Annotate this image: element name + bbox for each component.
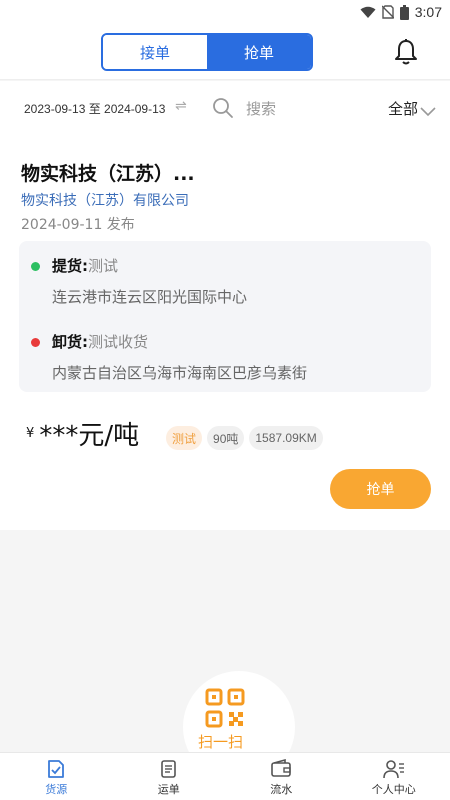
no-sim-icon [381,5,394,19]
tab-cargo[interactable]: 货源 [0,753,113,800]
tab-profile[interactable]: 个人中心 [338,753,450,800]
tab-wallet-label: 流水 [270,782,293,796]
tag-weight: 90吨 [207,426,245,450]
tab-cargo-label: 货源 [45,782,68,796]
tab-grab-order[interactable]: 抢单 [207,35,311,69]
price-value: ***元/吨 [39,421,140,451]
tab-profile-label: 个人中心 [371,782,416,796]
unload-dot-icon [31,338,40,347]
wifi-icon [360,6,376,19]
unload-label: 卸货:测试收货 [52,333,149,351]
scan-label[interactable]: 扫一扫 [198,731,243,752]
grab-order-button[interactable]: 抢单 [330,469,431,509]
tab-accept-order[interactable]: 接单 [103,35,207,69]
date-range-picker[interactable]: 2023-09-13 至 2024-09-13 [24,100,165,117]
pickup-label: 提货:测试 [52,257,119,275]
order-title: 物实科技（江苏）... [21,163,195,185]
wallet-icon [271,758,292,777]
order-card[interactable]: 物实科技（江苏）... 物实科技（江苏）有限公司 2024-09-11 发布 提… [0,135,450,530]
status-time: 3:07 [414,4,442,20]
bell-icon[interactable] [393,38,419,66]
pickup-address: 连云港市连云区阳光国际中心 [52,288,248,306]
bottom-tab-bar: 货源 运单 流水 个人中心 [0,752,450,800]
chevron-down-icon[interactable] [420,102,436,121]
tab-waybill[interactable]: 运单 [113,753,226,800]
battery-icon [399,4,409,20]
status-bar: 3:07 [0,0,450,24]
price: ¥ ***元/吨 [26,415,139,452]
tag-list: 测试 90吨 1587.09KM [166,426,323,450]
filter-bar: 2023-09-13 至 2024-09-13 ⇌ 搜索 全部 [0,81,450,135]
tag-cargo-name: 测试 [166,426,203,450]
publish-date: 2024-09-11 发布 [21,217,135,233]
cargo-icon [48,759,65,778]
category-dropdown[interactable]: 全部 [388,98,418,119]
route-box: 提货:测试 连云港市连云区阳光国际中心 卸货:测试收货 内蒙古自治区乌海市海南区… [19,241,431,392]
pickup-dot-icon [31,262,40,271]
qr-code-icon[interactable] [205,688,245,732]
tab-wallet[interactable]: 流水 [225,753,338,800]
currency-symbol: ¥ [26,426,35,441]
tag-distance: 1587.09KM [249,426,323,450]
swap-icon[interactable]: ⇌ [175,98,187,114]
company-name[interactable]: 物实科技（江苏）有限公司 [21,190,189,210]
profile-icon [382,759,404,778]
search-icon[interactable] [212,97,234,123]
order-mode-switch: 接单 抢单 [101,33,313,71]
top-header: 接单 抢单 [0,24,450,80]
tab-waybill-label: 运单 [157,782,180,796]
waybill-icon [160,759,176,778]
unload-address: 内蒙古自治区乌海市海南区巴彦乌素街 [52,364,308,382]
search-input[interactable]: 搜索 [246,98,276,119]
